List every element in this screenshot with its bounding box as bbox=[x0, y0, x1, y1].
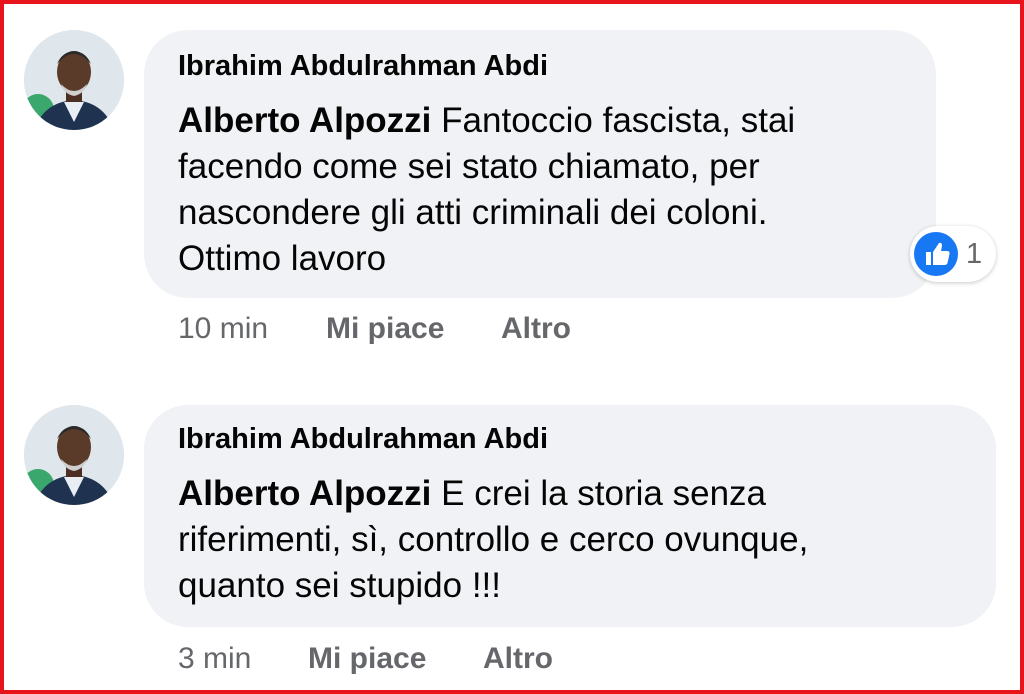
avatar[interactable] bbox=[24, 30, 124, 130]
comment-text-line: quanto sei stupido !!! bbox=[178, 566, 501, 605]
reaction-badge[interactable]: 1 bbox=[910, 226, 996, 282]
mention-link[interactable]: Alberto Alpozzi bbox=[178, 474, 431, 513]
avatar[interactable] bbox=[24, 405, 124, 505]
comment-text: Alberto Alpozzi E crei la storia senza r… bbox=[178, 471, 808, 609]
like-button[interactable]: Mi piace bbox=[326, 312, 444, 346]
comment-text: Alberto Alpozzi Fantoccio fascista, stai… bbox=[178, 98, 795, 282]
comment-actions: 10 min Mi piace Altro bbox=[178, 312, 598, 352]
more-button[interactable]: Altro bbox=[483, 642, 553, 676]
comment-bubble: Ibrahim Abdulrahman Abdi Alberto Alpozzi… bbox=[144, 30, 936, 298]
comment-text-line: nascondere gli atti criminali dei coloni… bbox=[178, 193, 768, 232]
comment-text-line: riferimenti, sì, controllo e cerco ovunq… bbox=[178, 520, 809, 559]
mention-link[interactable]: Alberto Alpozzi bbox=[178, 101, 431, 140]
more-button[interactable]: Altro bbox=[501, 312, 571, 346]
comment-actions: 3 min Mi piace Altro bbox=[178, 642, 598, 682]
author-name[interactable]: Ibrahim Abdulrahman Abdi bbox=[178, 50, 548, 83]
thumbs-up-icon bbox=[914, 232, 958, 276]
comment-bubble: Ibrahim Abdulrahman Abdi Alberto Alpozzi… bbox=[144, 405, 996, 627]
timestamp[interactable]: 3 min bbox=[178, 642, 251, 676]
comment-text-line: facendo come sei stato chiamato, per bbox=[178, 147, 760, 186]
author-name[interactable]: Ibrahim Abdulrahman Abdi bbox=[178, 423, 548, 456]
comment-text-line: Ottimo lavoro bbox=[178, 239, 387, 278]
like-button[interactable]: Mi piace bbox=[308, 642, 426, 676]
comment-text-line: E crei la storia senza bbox=[441, 474, 767, 513]
timestamp[interactable]: 10 min bbox=[178, 312, 268, 346]
comment-text-line: Fantoccio fascista, stai bbox=[441, 101, 796, 140]
reaction-count: 1 bbox=[966, 238, 983, 270]
